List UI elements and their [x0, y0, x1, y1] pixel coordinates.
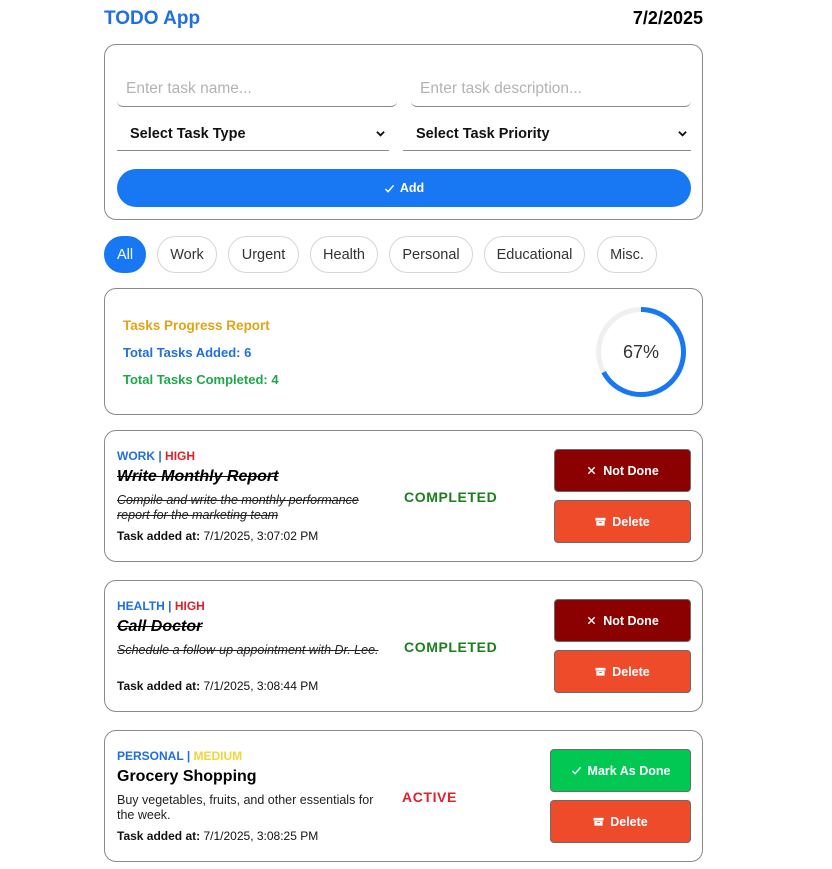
chevron-down-icon [678, 131, 687, 137]
task-added-label: Task added at: [117, 529, 201, 543]
not-done-button[interactable]: Not Done [554, 599, 691, 642]
task-added-at: Task added at: 7/1/2025, 3:07:02 PM [117, 529, 318, 543]
filter-all[interactable]: All [104, 236, 146, 273]
mark-as-done-button[interactable]: Mark As Done [550, 749, 691, 792]
tag-separator: | [168, 599, 172, 613]
progress-percent: 67% [622, 341, 660, 362]
total-completed: Total Tasks Completed: 4 [123, 372, 279, 387]
task-priority-select-label: Select Task Priority [416, 126, 550, 142]
archive-icon [593, 817, 604, 826]
task-description: Buy vegetables, fruits, and other essent… [117, 793, 374, 822]
app-title: TODO App [104, 8, 201, 29]
task-description-field[interactable] [411, 71, 691, 107]
task-priority-tag: MEDIUM [193, 749, 243, 763]
task-added-label: Task added at: [117, 679, 201, 693]
add-task-button[interactable]: Add [117, 169, 691, 207]
task-card: PERSONAL | MEDIUM Grocery Shopping Buy v… [104, 730, 703, 862]
app-header: TODO App 7/2/2025 [104, 8, 703, 30]
add-task-button-label: Add [399, 181, 425, 195]
filter-misc[interactable]: Misc. [597, 236, 657, 273]
task-title: Write Monthly Report [117, 468, 279, 485]
task-name-input[interactable] [117, 71, 397, 106]
task-added-time: 7/1/2025, 3:08:44 PM [203, 679, 319, 693]
check-icon [384, 184, 395, 193]
task-description-input[interactable] [411, 71, 691, 106]
filter-health[interactable]: Health [310, 236, 378, 273]
task-description: Compile and write the monthly performanc… [117, 493, 359, 522]
task-type-tag: HEALTH [117, 599, 165, 613]
tag-separator: | [158, 449, 162, 463]
task-tags: PERSONAL | MEDIUM [117, 749, 242, 763]
task-added-at: Task added at: 7/1/2025, 3:08:44 PM [117, 679, 318, 693]
delete-button-label: Delete [612, 664, 650, 679]
task-card: HEALTH | HIGH Call Doctor Schedule a fol… [104, 580, 703, 712]
archive-icon [595, 517, 606, 526]
task-type-select[interactable]: Select Task Type [117, 117, 389, 151]
current-date: 7/2/2025 [632, 8, 703, 28]
not-done-button-label: Not Done [603, 463, 659, 478]
filter-work[interactable]: Work [157, 236, 217, 273]
not-done-button[interactable]: Not Done [554, 449, 691, 492]
task-name-field[interactable] [117, 71, 397, 107]
add-task-form: Select Task Type Select Task Priority Ad… [104, 44, 703, 220]
progress-report: Tasks Progress Report Total Tasks Added:… [104, 288, 703, 415]
delete-button-label: Delete [610, 814, 648, 829]
task-priority-select[interactable]: Select Task Priority [403, 117, 691, 151]
delete-button[interactable]: Delete [550, 800, 691, 843]
not-done-button-label: Not Done [603, 613, 659, 628]
filter-educational[interactable]: Educational [484, 236, 585, 273]
delete-button[interactable]: Delete [554, 650, 691, 693]
task-priority-tag: HIGH [174, 599, 205, 613]
mark-as-done-button-label: Mark As Done [587, 763, 671, 778]
filter-personal[interactable]: Personal [389, 236, 473, 273]
tag-separator: | [186, 749, 191, 763]
close-icon [587, 466, 596, 475]
task-added-label: Task added at: [117, 829, 201, 843]
task-type-select-label: Select Task Type [130, 126, 246, 142]
task-status: COMPLETED [404, 489, 498, 505]
task-added-time: 7/1/2025, 3:07:02 PM [203, 529, 319, 543]
total-added: Total Tasks Added: 6 [123, 345, 252, 360]
task-status: COMPLETED [404, 639, 498, 655]
task-tags: WORK | HIGH [117, 449, 195, 463]
task-priority-tag: HIGH [165, 449, 196, 463]
delete-button[interactable]: Delete [554, 500, 691, 543]
chevron-down-icon [376, 131, 385, 137]
task-added-at: Task added at: 7/1/2025, 3:08:25 PM [117, 829, 318, 843]
task-description: Schedule a follow-up appointment with Dr… [117, 643, 379, 657]
task-card: WORK | HIGH Write Monthly Report Compile… [104, 430, 703, 562]
filter-urgent[interactable]: Urgent [228, 236, 299, 273]
archive-icon [595, 667, 606, 676]
task-type-tag: PERSONAL [117, 749, 184, 763]
task-title: Call Doctor [117, 618, 203, 635]
task-type-tag: WORK [117, 449, 155, 463]
task-tags: HEALTH | HIGH [117, 599, 205, 613]
task-status: ACTIVE [402, 789, 457, 805]
task-added-time: 7/1/2025, 3:08:25 PM [203, 829, 319, 843]
report-title: Tasks Progress Report [123, 318, 270, 333]
check-icon [571, 766, 581, 775]
delete-button-label: Delete [612, 514, 650, 529]
close-icon [587, 616, 596, 625]
task-title: Grocery Shopping [117, 768, 257, 785]
